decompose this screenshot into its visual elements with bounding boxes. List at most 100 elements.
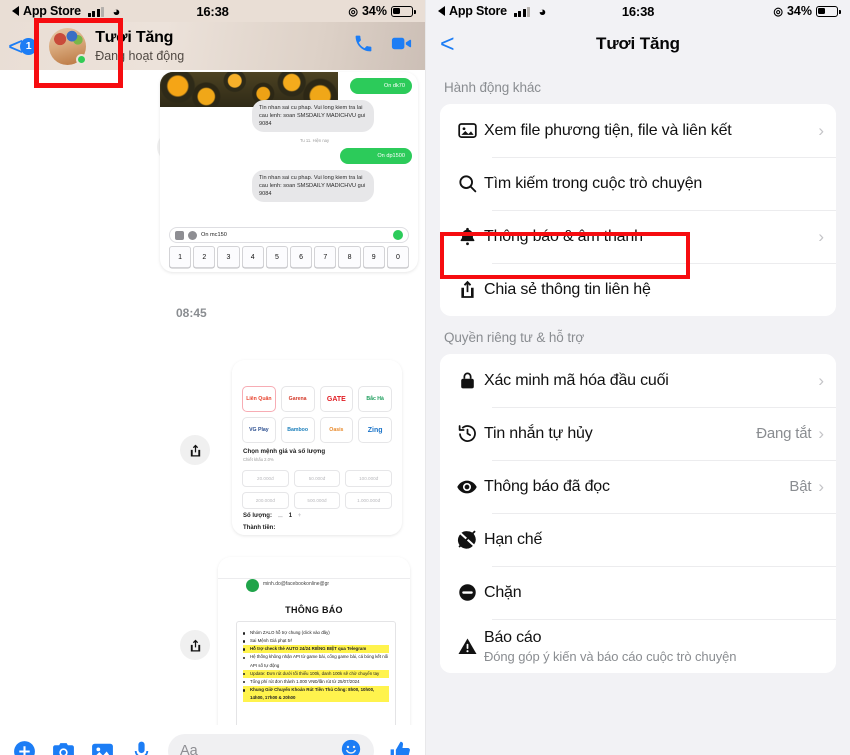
battery-icon <box>391 5 416 17</box>
key: 1 <box>169 246 192 268</box>
page-title: Tươi Tăng <box>596 34 680 53</box>
gallery-image-icon[interactable] <box>90 739 115 755</box>
settings-row-disappearing-messages[interactable]: Tin nhắn tự hủy Đang tắt › <box>440 407 836 460</box>
account-email: minh.do@facebookonline@gr <box>263 581 330 587</box>
key: 2 <box>193 246 216 268</box>
game-card: Liên Quân <box>242 386 276 412</box>
price-option: 50.000đ <box>293 470 341 487</box>
settings-row-block[interactable]: Chặn <box>440 566 836 619</box>
chat-message-list[interactable]: On dk70 Tin nhan sai cu phap. Vui long k… <box>0 70 425 725</box>
settings-row-label: Thông báo & âm thanh <box>484 227 643 245</box>
game-card-grid: Liên Quân Garena GATE Bắc Hà VG Play Bam… <box>242 386 392 443</box>
settings-row-label: Chia sẻ thông tin liên hệ <box>484 280 651 298</box>
notice-bullet: Khung Giờ Chuyển Khoản Rút Tiền Thủ Công… <box>243 685 389 703</box>
message-timestamp-separator: 08:45 <box>176 306 207 320</box>
battery-icon <box>816 5 841 17</box>
camera-icon[interactable] <box>51 739 76 755</box>
sms-incoming-bubble: Tin nhan sai cu phap. Vui long kiem tra … <box>252 170 374 203</box>
settings-row-texts: Chặn <box>484 574 522 612</box>
microphone-icon[interactable] <box>129 739 154 755</box>
add-plus-icon[interactable] <box>12 739 37 755</box>
contact-name: Tươi Tăng <box>95 28 174 46</box>
share-button[interactable] <box>180 630 210 660</box>
quantity-value: 1 <box>288 513 293 519</box>
thumbs-up-icon[interactable] <box>388 739 413 755</box>
notice-bullet: Tổng phí rút đơn thành 1.000 VNĐ/lần rút… <box>243 678 389 686</box>
quantity-row: Số lượng: ⚊ 1 + <box>243 513 302 519</box>
contact-avatar[interactable] <box>49 27 88 65</box>
notice-bullet: Update: Đơn rút dưới tối thiểu 100k, dan… <box>243 669 389 678</box>
section-title-privacy-support: Quyền riêng tư & hỗ trợ <box>444 330 585 345</box>
settings-row-texts: Thông báo đã đọc <box>484 468 610 506</box>
settings-row-report[interactable]: Báo cáo Đóng góp ý kiến và báo cáo cuộc … <box>440 619 836 673</box>
settings-row-e2e-verify[interactable]: Xác minh mã hóa đầu cuối › <box>440 354 836 407</box>
quantity-label: Số lượng: <box>243 513 272 519</box>
key: 7 <box>314 246 337 268</box>
game-card: Zing <box>358 417 392 443</box>
unread-count-badge: 1 <box>20 37 38 55</box>
settings-row-texts: Hạn chế <box>484 521 542 559</box>
phone-call-icon[interactable] <box>353 33 374 59</box>
sms-tiny-timestamp: Tu 11. Hiện nay <box>300 138 330 143</box>
price-option: 500.000đ <box>293 492 341 509</box>
message-input-placeholder: Aa <box>180 743 198 755</box>
chevron-right-icon: › <box>818 121 824 140</box>
chat-settings-panel: App Store ◕ 16:38 ◎ 34% < Tươi Tăng Hành… <box>425 0 850 755</box>
topup-section-note: Chiết khấu 2.0% <box>243 457 274 462</box>
settings-card-other-actions: Xem file phương tiện, file và liên kết ›… <box>440 104 836 316</box>
sms-input-bar: On mc150 <box>169 227 409 243</box>
settings-row-restrict[interactable]: Hạn chế <box>440 513 836 566</box>
search-icon <box>450 173 484 194</box>
emoji-smiley-icon[interactable] <box>340 738 362 755</box>
chat-header-titles[interactable]: Tươi Tăng Đang hoạt động <box>95 28 184 64</box>
notice-bullet: Nhóm ZALO hỗ trợ chung (click vào đây) <box>243 629 389 637</box>
settings-row-notifications-sounds[interactable]: Thông báo & âm thanh › <box>440 210 836 263</box>
notice-bullet-list: Nhóm ZALO hỗ trợ chung (click vào đây) S… <box>243 629 389 703</box>
bell-notification-icon <box>450 226 484 247</box>
sms-input-value: On mc150 <box>201 232 227 238</box>
share-button[interactable] <box>180 435 210 465</box>
settings-row-texts: Tin nhắn tự hủy <box>484 415 593 453</box>
price-option: 200.000đ <box>242 492 289 509</box>
chat-header: < 1 Tươi Tăng Đang hoạt động <box>0 22 425 70</box>
share-upload-icon <box>450 279 484 300</box>
notice-bullet: Hỗ trợ check thẻ AUTO 24/24 RIÊNG BIỆT q… <box>243 645 389 654</box>
settings-row-search-conversation[interactable]: Tìm kiếm trong cuộc trò chuyện <box>440 157 836 210</box>
notice-bullet: Sai Mệnh Giá phạt 5₫ <box>243 637 389 645</box>
block-circle-icon <box>450 582 484 603</box>
attachment-notice-screenshot[interactable]: minh.do@facebookonline@gr THÔNG BÁO Nhóm… <box>218 557 410 725</box>
settings-row-right: Bật › <box>789 478 824 495</box>
price-option: 1.000.000đ <box>345 492 392 509</box>
send-button <box>393 230 403 240</box>
chevron-right-icon: › <box>818 371 824 390</box>
key: 4 <box>241 246 264 268</box>
settings-row-media-files-links[interactable]: Xem file phương tiện, file và liên kết › <box>440 104 836 157</box>
attachment-sms-screenshot[interactable]: On dk70 Tin nhan sai cu phap. Vui long k… <box>160 72 418 272</box>
chat-header-actions <box>353 32 413 60</box>
settings-row-texts: Báo cáo Đóng góp ý kiến và báo cáo cuộc … <box>484 619 736 673</box>
key: 6 <box>290 246 313 268</box>
contact-status: Đang hoạt động <box>95 48 185 63</box>
camera-icon <box>175 230 184 240</box>
video-call-icon[interactable] <box>390 32 413 60</box>
online-status-dot <box>76 53 88 65</box>
chevron-right-icon: › <box>818 477 824 496</box>
media-photo-icon <box>450 120 484 141</box>
settings-list: Hành động khác Xem file phương tiện, fil… <box>426 66 850 673</box>
settings-row-read-receipts[interactable]: Thông báo đã đọc Bật › <box>440 460 836 513</box>
settings-row-label: Xác minh mã hóa đầu cuối <box>484 371 669 389</box>
game-card: Oasis <box>319 417 354 443</box>
game-card: GATE <box>319 386 354 412</box>
sms-outgoing-bubble: On dp1500 <box>340 148 412 165</box>
settings-row-label: Xem file phương tiện, file và liên kết <box>484 121 732 139</box>
message-input[interactable]: Aa <box>168 734 374 755</box>
status-bar-right-panel: App Store ◕ 16:38 ◎ 34% <box>426 0 850 22</box>
settings-row-label: Chặn <box>484 583 522 601</box>
attachment-topup-screenshot[interactable]: Liên Quân Garena GATE Bắc Hà VG Play Bam… <box>232 360 402 535</box>
browser-tab-bar <box>218 557 410 579</box>
key: 3 <box>217 246 240 268</box>
settings-row-right: › <box>818 228 824 245</box>
chevron-right-icon: › <box>818 227 824 246</box>
settings-row-share-contact[interactable]: Chia sẻ thông tin liên hệ <box>440 263 836 316</box>
settings-row-right: Đang tắt › <box>756 425 824 442</box>
